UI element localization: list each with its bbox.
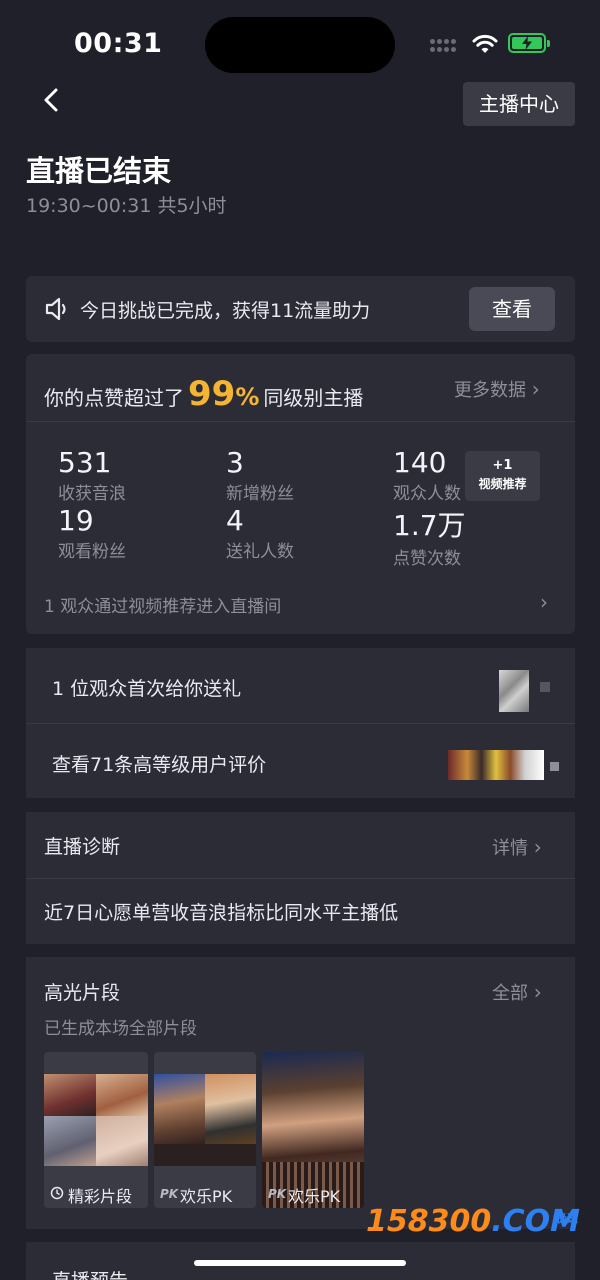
- pk-tag: PK: [160, 1187, 179, 1201]
- video-recommend-badge[interactable]: +1 视频推荐: [465, 451, 540, 501]
- blurred-pixel: [540, 682, 550, 692]
- stat-cell: 3 新增粉丝: [226, 446, 294, 504]
- stat-cell: 1.7万 点赞次数: [393, 509, 466, 569]
- diagnosis-message: 近7日心愿单营收音浪指标比同水平主播低: [44, 902, 399, 924]
- likes-percent: 99%: [188, 374, 260, 414]
- divider: [26, 878, 575, 879]
- divider: [26, 421, 575, 422]
- highlight-clip[interactable]: PK 欢乐PK: [154, 1052, 256, 1208]
- highlights-title: 高光片段: [44, 982, 121, 1004]
- wifi-icon: [472, 34, 498, 53]
- dynamic-island: [205, 17, 395, 73]
- gift-user-avatar: [499, 670, 529, 712]
- clip-label: 欢乐PK: [180, 1187, 233, 1206]
- clip-star-icon: [50, 1186, 64, 1200]
- live-time-range: 19:30~00:31 共5小时: [26, 195, 227, 217]
- reviewer-avatars: [448, 750, 544, 780]
- chevron-right-icon[interactable]: ›: [540, 590, 548, 614]
- battery-charging-icon: [508, 33, 550, 53]
- diagnosis-title: 直播诊断: [44, 836, 121, 858]
- first-gift-row[interactable]: 1 位观众首次给你送礼: [52, 674, 241, 701]
- highlight-clip[interactable]: 精彩片段: [44, 1052, 148, 1208]
- pk-tag: PK: [268, 1187, 287, 1201]
- stat-cell: 140 观众人数: [393, 446, 461, 504]
- cellular-signal-icon: [430, 39, 464, 53]
- site-watermark: 158300.COM: [365, 1204, 580, 1239]
- highlight-clip[interactable]: PK 欢乐PK: [262, 1052, 364, 1208]
- stat-cell: 19 观看粉丝: [58, 504, 126, 562]
- back-icon[interactable]: [36, 84, 68, 116]
- speaker-icon: [45, 297, 66, 321]
- high-level-reviews-row[interactable]: 查看71条高等级用户评价: [52, 750, 266, 777]
- watermark-badge: 极速: [556, 1212, 578, 1225]
- chevron-right-icon: ›: [531, 377, 540, 401]
- live-preview-title: 直播预告: [52, 1266, 128, 1280]
- highlights-all-link[interactable]: 全部 ›: [492, 979, 542, 1005]
- chevron-right-icon: ›: [533, 835, 542, 859]
- likes-suffix: 同级别主播: [263, 386, 364, 410]
- home-indicator[interactable]: [194, 1260, 406, 1266]
- view-challenge-button[interactable]: 查看: [469, 287, 555, 331]
- stat-cell: 531 收获音浪: [58, 446, 126, 504]
- clip-label: 精彩片段: [68, 1187, 133, 1206]
- highlights-subtitle: 已生成本场全部片段: [44, 1019, 197, 1039]
- challenge-message: 今日挑战已完成，获得11流量助力: [80, 300, 371, 322]
- page-title: 直播已结束: [26, 154, 172, 188]
- chevron-right-icon: ›: [533, 980, 542, 1004]
- likes-ranking: 你的点赞超过了 99% 同级别主播: [44, 374, 363, 414]
- stat-cell: 4 送礼人数: [226, 504, 294, 562]
- blurred-pixel: [550, 762, 559, 771]
- more-data-link[interactable]: 更多数据 ›: [454, 376, 540, 402]
- divider: [26, 723, 575, 724]
- likes-prefix: 你的点赞超过了: [44, 386, 184, 410]
- video-recommend-viewers[interactable]: 1 观众通过视频推荐进入直播间: [44, 592, 281, 617]
- streamer-center-button[interactable]: 主播中心: [463, 82, 575, 126]
- status-time: 00:31: [74, 28, 163, 59]
- clip-label: 欢乐PK: [288, 1187, 341, 1206]
- diagnosis-details-link[interactable]: 详情 ›: [492, 834, 542, 860]
